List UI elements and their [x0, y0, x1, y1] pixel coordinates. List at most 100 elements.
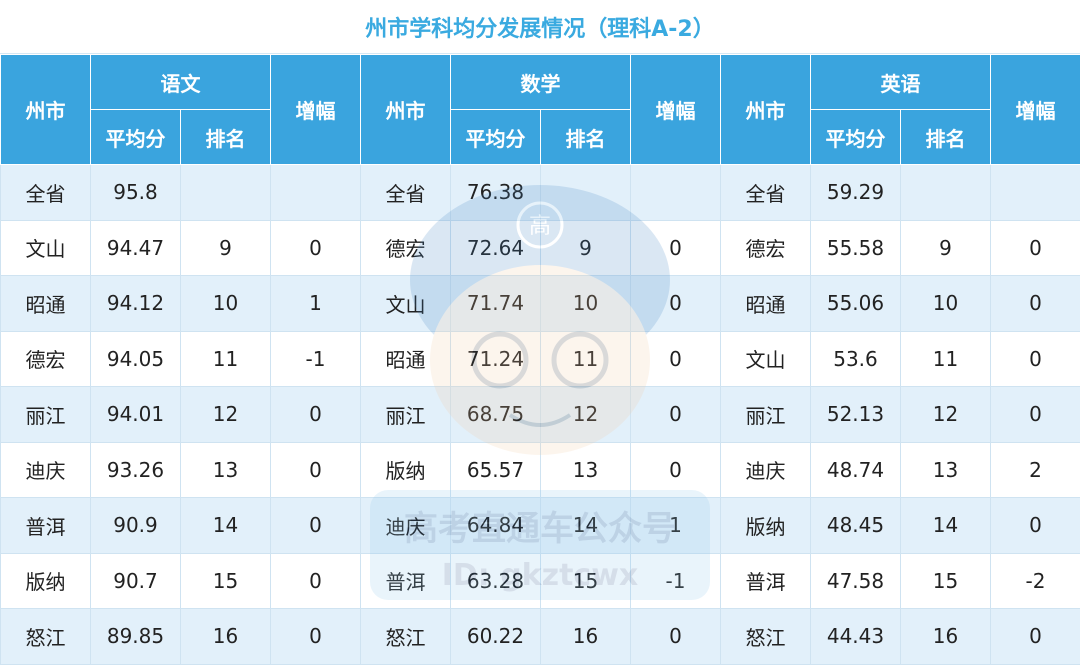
cell-math-city: 版纳 — [361, 442, 451, 498]
cell-english-avg: 52.13 — [811, 387, 901, 443]
cell-english-change — [991, 165, 1080, 221]
cell-english-change: 0 — [991, 609, 1080, 665]
table-body: 全省95.8全省76.38全省59.29文山94.4790德宏72.6490德宏… — [1, 165, 1080, 665]
cell-math-avg: 64.84 — [451, 498, 541, 554]
header-city-math: 州市 — [361, 55, 451, 165]
cell-chinese-avg: 94.47 — [91, 220, 181, 276]
cell-chinese-rank — [181, 165, 271, 221]
cell-math-change: 0 — [631, 442, 721, 498]
cell-english-city: 迪庆 — [721, 442, 811, 498]
header-change-math: 增幅 — [631, 55, 721, 165]
cell-english-city: 德宏 — [721, 220, 811, 276]
cell-english-rank: 10 — [901, 276, 991, 332]
cell-math-change: 1 — [631, 498, 721, 554]
cell-math-rank — [541, 165, 631, 221]
header-subject-math: 数学 — [451, 55, 631, 110]
cell-math-city: 丽江 — [361, 387, 451, 443]
cell-chinese-city: 迪庆 — [1, 442, 91, 498]
cell-chinese-avg: 94.12 — [91, 276, 181, 332]
cell-math-change: 0 — [631, 331, 721, 387]
cell-math-rank: 13 — [541, 442, 631, 498]
cell-chinese-avg: 94.05 — [91, 331, 181, 387]
cell-chinese-rank: 10 — [181, 276, 271, 332]
cell-math-avg: 76.38 — [451, 165, 541, 221]
cell-math-change: 0 — [631, 276, 721, 332]
cell-english-change: 0 — [991, 331, 1080, 387]
cell-english-change: 0 — [991, 220, 1080, 276]
cell-chinese-rank: 11 — [181, 331, 271, 387]
table-row: 版纳90.7150普洱63.2815-1普洱47.5815-2 — [1, 553, 1080, 609]
cell-chinese-city: 版纳 — [1, 553, 91, 609]
cell-math-rank: 9 — [541, 220, 631, 276]
cell-english-city: 全省 — [721, 165, 811, 221]
cell-english-city: 昭通 — [721, 276, 811, 332]
page-title: 州市学科均分发展情况（理科A-2） — [0, 0, 1080, 54]
cell-math-rank: 11 — [541, 331, 631, 387]
cell-english-avg: 47.58 — [811, 553, 901, 609]
cell-math-city: 全省 — [361, 165, 451, 221]
cell-chinese-city: 德宏 — [1, 331, 91, 387]
table-row: 文山94.4790德宏72.6490德宏55.5890 — [1, 220, 1080, 276]
cell-english-change: 0 — [991, 276, 1080, 332]
cell-chinese-avg: 94.01 — [91, 387, 181, 443]
cell-math-avg: 60.22 — [451, 609, 541, 665]
header-rank-chinese: 排名 — [181, 110, 271, 165]
cell-english-rank: 9 — [901, 220, 991, 276]
cell-chinese-avg: 90.7 — [91, 553, 181, 609]
cell-chinese-city: 全省 — [1, 165, 91, 221]
cell-chinese-change: 0 — [271, 553, 361, 609]
cell-math-city: 昭通 — [361, 331, 451, 387]
cell-english-avg: 55.06 — [811, 276, 901, 332]
cell-math-avg: 65.57 — [451, 442, 541, 498]
cell-english-avg: 53.6 — [811, 331, 901, 387]
cell-english-rank: 14 — [901, 498, 991, 554]
cell-english-change: 0 — [991, 387, 1080, 443]
cell-math-city: 普洱 — [361, 553, 451, 609]
cell-english-avg: 55.58 — [811, 220, 901, 276]
cell-math-city: 德宏 — [361, 220, 451, 276]
cell-chinese-change: 0 — [271, 387, 361, 443]
header-avg-math: 平均分 — [451, 110, 541, 165]
cell-chinese-change: -1 — [271, 331, 361, 387]
cell-english-city: 文山 — [721, 331, 811, 387]
cell-english-avg: 48.74 — [811, 442, 901, 498]
header-rank-english: 排名 — [901, 110, 991, 165]
cell-math-change: 0 — [631, 220, 721, 276]
cell-chinese-city: 丽江 — [1, 387, 91, 443]
table-row: 德宏94.0511-1昭通71.24110文山53.6110 — [1, 331, 1080, 387]
table-row: 昭通94.12101文山71.74100昭通55.06100 — [1, 276, 1080, 332]
cell-chinese-city: 怒江 — [1, 609, 91, 665]
table-row: 全省95.8全省76.38全省59.29 — [1, 165, 1080, 221]
cell-english-city: 普洱 — [721, 553, 811, 609]
header-change-chinese: 增幅 — [271, 55, 361, 165]
cell-english-change: 2 — [991, 442, 1080, 498]
cell-math-avg: 63.28 — [451, 553, 541, 609]
header-subject-english: 英语 — [811, 55, 991, 110]
cell-math-change: -1 — [631, 553, 721, 609]
cell-math-change: 0 — [631, 609, 721, 665]
table-row: 普洱90.9140迪庆64.84141版纳48.45140 — [1, 498, 1080, 554]
cell-chinese-avg: 89.85 — [91, 609, 181, 665]
cell-chinese-rank: 16 — [181, 609, 271, 665]
cell-english-rank: 13 — [901, 442, 991, 498]
cell-math-rank: 16 — [541, 609, 631, 665]
cell-math-rank: 14 — [541, 498, 631, 554]
cell-english-rank: 12 — [901, 387, 991, 443]
cell-chinese-change — [271, 165, 361, 221]
cell-english-avg: 48.45 — [811, 498, 901, 554]
table-row: 迪庆93.26130版纳65.57130迪庆48.74132 — [1, 442, 1080, 498]
cell-chinese-change: 0 — [271, 442, 361, 498]
header-avg-chinese: 平均分 — [91, 110, 181, 165]
cell-chinese-change: 0 — [271, 609, 361, 665]
cell-english-rank: 11 — [901, 331, 991, 387]
cell-chinese-change: 0 — [271, 220, 361, 276]
cell-math-city: 迪庆 — [361, 498, 451, 554]
cell-chinese-city: 文山 — [1, 220, 91, 276]
cell-english-avg: 59.29 — [811, 165, 901, 221]
cell-chinese-avg: 90.9 — [91, 498, 181, 554]
cell-chinese-rank: 9 — [181, 220, 271, 276]
cell-english-rank: 15 — [901, 553, 991, 609]
cell-math-avg: 72.64 — [451, 220, 541, 276]
header-change-english: 增幅 — [991, 55, 1080, 165]
cell-math-rank: 15 — [541, 553, 631, 609]
